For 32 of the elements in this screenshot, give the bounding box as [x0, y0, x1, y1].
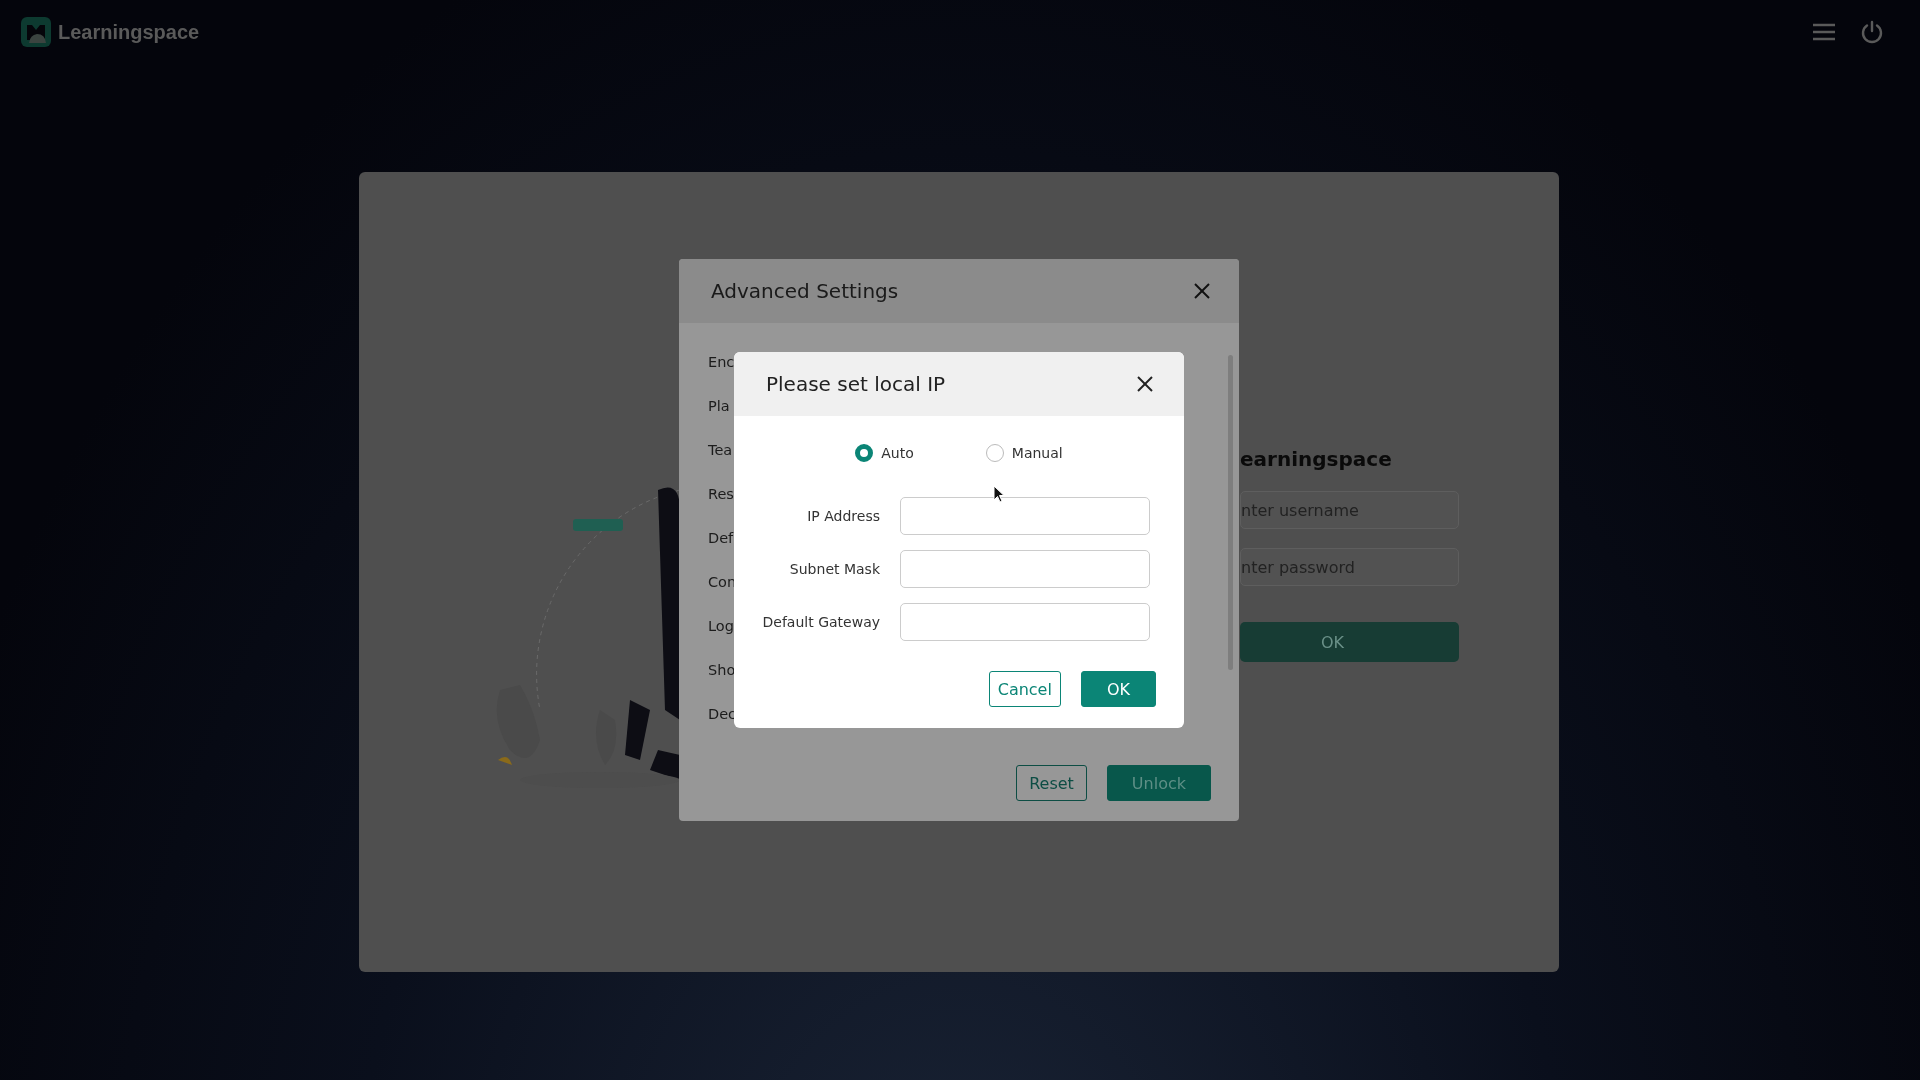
settings-item[interactable]: Res: [708, 481, 737, 507]
field-label: IP Address: [806, 508, 880, 524]
settings-item[interactable]: Dec: [708, 701, 737, 727]
radio-label[interactable]: Auto: [881, 445, 914, 461]
power-icon[interactable]: [1860, 20, 1884, 44]
confirm-button[interactable]: OK: [1080, 671, 1156, 707]
dialog-title: Advanced Settings: [711, 279, 899, 303]
radio-label[interactable]: Manual: [1011, 445, 1063, 461]
login-title: earningspace: [1240, 447, 1393, 471]
close-icon[interactable]: [1136, 375, 1154, 393]
settings-item[interactable]: Pla: [708, 393, 737, 419]
input-field[interactable]: [900, 550, 1150, 588]
input-field[interactable]: [900, 497, 1150, 535]
menu-icon[interactable]: [1812, 22, 1836, 42]
scrollbar[interactable]: [1228, 355, 1233, 670]
login-button[interactable]: OK: [1240, 622, 1459, 662]
cursor-icon: [993, 485, 1005, 503]
dialog-title: Please set local IP: [766, 372, 946, 396]
radio-button[interactable]: [855, 444, 874, 462]
settings-item[interactable]: Sho: [708, 657, 737, 683]
settings-item[interactable]: Tea: [708, 437, 737, 463]
app-title: Learningspace: [58, 20, 200, 44]
field-label: Subnet Mask: [788, 561, 880, 577]
secondary-button[interactable]: Reset: [1016, 765, 1087, 801]
input-field[interactable]: [900, 603, 1150, 641]
radio-button[interactable]: [985, 444, 1004, 462]
settings-item[interactable]: Def: [708, 525, 737, 551]
secondary-button[interactable]: Cancel: [988, 671, 1061, 707]
settings-item[interactable]: Enc: [708, 349, 737, 375]
settings-item[interactable]: Log: [708, 613, 737, 639]
logo-icon: [20, 16, 52, 48]
field-label: Default Gateway: [761, 614, 880, 630]
